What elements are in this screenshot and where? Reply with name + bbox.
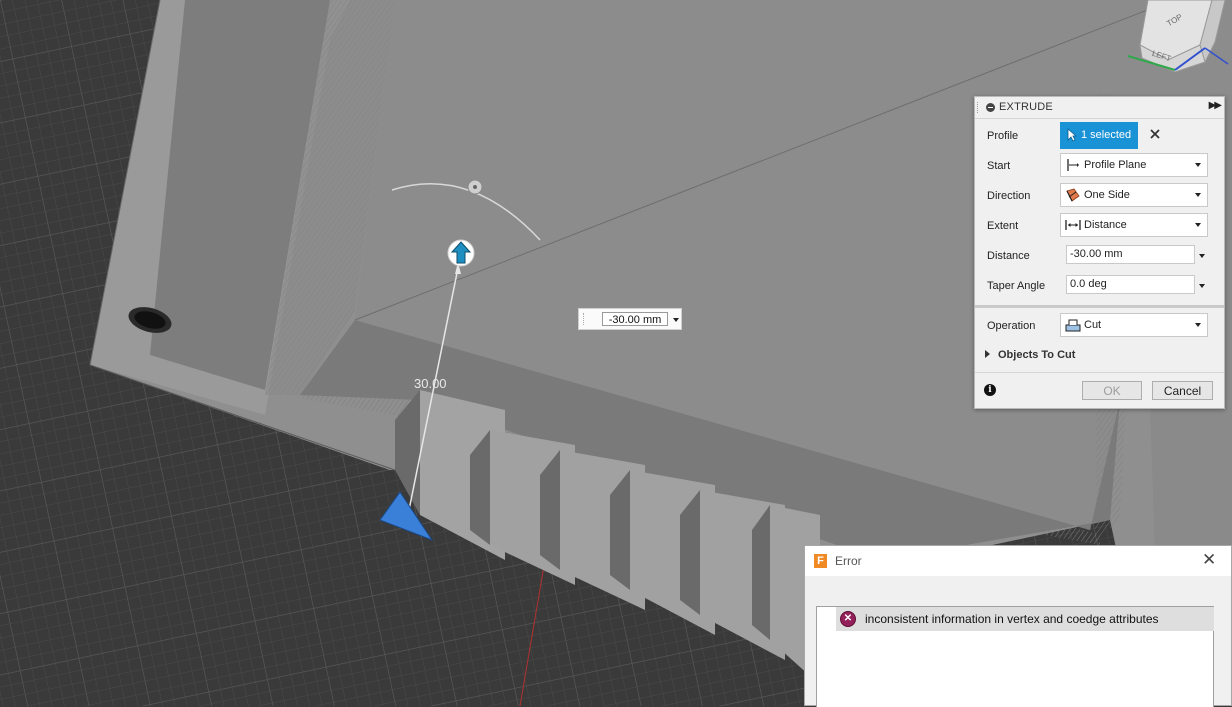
expand-icon[interactable]: ▶▶ [1209,100,1222,111]
info-icon[interactable]: i [984,384,996,396]
one-side-icon [1066,188,1080,202]
operation-dropdown[interactable]: Cut [1060,313,1208,337]
fusion-logo-icon: F [814,554,827,568]
viewport-distance-input[interactable]: -30.00 mm [578,308,682,330]
section-divider [975,305,1224,308]
start-value: Profile Plane [1084,159,1147,171]
distance-input[interactable]: -30.00 mm [1066,245,1195,264]
drag-grip-icon[interactable] [583,313,586,325]
distance-icon [1065,220,1081,230]
chevron-down-icon[interactable] [1199,254,1205,258]
extent-dropdown[interactable]: Distance [1060,213,1208,237]
direction-dropdown[interactable]: One Side [1060,183,1208,207]
error-dialog-title: Error [835,554,862,568]
profile-label: Profile [987,130,1019,142]
dimension-label: 30.00 [414,376,447,391]
distance-arrow-handle[interactable] [447,239,475,267]
viewport-distance-value[interactable]: -30.00 mm [602,312,668,326]
taper-angle-label: Taper Angle [987,280,1046,292]
close-icon[interactable]: ✕ [1202,551,1216,568]
error-icon: ✕ [840,611,856,627]
cut-icon [1065,319,1081,332]
chevron-down-icon[interactable] [1195,323,1201,327]
chevron-down-icon[interactable] [1199,284,1205,288]
direction-label: Direction [987,190,1031,202]
clear-selection-icon[interactable] [1148,127,1162,141]
extrude-panel: EXTRUDE ▶▶ Profile 1 selected Start Prof… [974,96,1225,409]
panel-title: EXTRUDE [999,101,1053,113]
objects-to-cut-section[interactable]: Objects To Cut [985,349,1075,361]
operation-label: Operation [987,320,1036,332]
error-dialog-titlebar[interactable]: F Error ✕ [805,546,1231,576]
panel-header[interactable]: EXTRUDE ▶▶ [975,97,1224,119]
cancel-button[interactable]: Cancel [1152,381,1213,400]
start-label: Start [987,160,1011,172]
profile-selection-count: 1 selected [1081,129,1132,141]
expand-triangle-icon[interactable] [985,350,990,358]
distance-label: Distance [987,250,1030,262]
start-dropdown[interactable]: Profile Plane [1060,153,1208,177]
chevron-down-icon[interactable] [673,318,679,322]
drag-grip-icon[interactable] [977,102,980,113]
objects-to-cut-label: Objects To Cut [998,349,1076,361]
footer-divider [975,372,1224,373]
chevron-down-icon[interactable] [1195,163,1201,167]
extent-value: Distance [1084,219,1127,231]
profile-select-button[interactable]: 1 selected [1060,122,1138,149]
error-dialog: F Error ✕ ✕ inconsistent information in … [804,545,1232,707]
error-message: inconsistent information in vertex and c… [865,612,1159,626]
error-message-list[interactable]: ✕ inconsistent information in vertex and… [816,606,1214,707]
chevron-down-icon[interactable] [1195,223,1201,227]
extent-label: Extent [987,220,1019,232]
chevron-down-icon[interactable] [1195,193,1201,197]
direction-value: One Side [1084,189,1130,201]
cursor-icon [1067,128,1077,142]
list-item[interactable]: ✕ inconsistent information in vertex and… [836,607,1214,631]
operation-value: Cut [1084,319,1102,331]
collapse-icon[interactable] [986,103,995,112]
profile-plane-icon [1067,159,1079,171]
ok-button[interactable]: OK [1082,381,1142,400]
taper-angle-input[interactable]: 0.0 deg [1066,275,1195,294]
